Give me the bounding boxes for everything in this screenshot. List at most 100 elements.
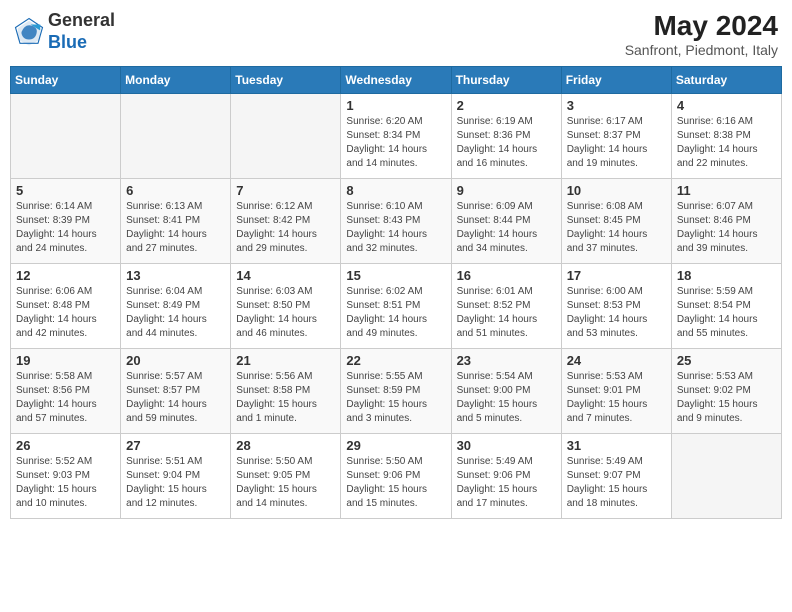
- page-header: General Blue May 2024 Sanfront, Piedmont…: [10, 10, 782, 58]
- day-info: Sunrise: 5:56 AMSunset: 8:58 PMDaylight:…: [236, 370, 335, 426]
- calendar-cell: 3Sunrise: 6:17 AMSunset: 8:37 PMDaylight…: [561, 94, 671, 179]
- day-info: Sunrise: 5:54 AMSunset: 9:00 PMDaylight:…: [457, 370, 556, 426]
- day-info: Sunrise: 5:50 AMSunset: 9:06 PMDaylight:…: [346, 455, 445, 511]
- day-number: 23: [457, 353, 556, 368]
- calendar-cell: 24 Sunrise: 5:53 AMSunset: 9:01 PMDayligh…: [561, 349, 671, 434]
- calendar-cell: 2Sunrise: 6:19 AMSunset: 8:36 PMDaylight…: [451, 94, 561, 179]
- calendar-cell: 21 Sunrise: 5:56 AMSunset: 8:58 PMDayligh…: [231, 349, 341, 434]
- calendar-table: SundayMondayTuesdayWednesdayThursdayFrid…: [10, 66, 782, 519]
- calendar-cell: 14 Sunrise: 6:03 AMSunset: 8:50 PMDayligh…: [231, 264, 341, 349]
- day-info: Sunrise: 5:50 AMSunset: 9:05 PMDaylight:…: [236, 455, 335, 511]
- day-number: 27: [126, 438, 225, 453]
- day-info: Sunrise: 6:06 AMSunset: 8:48 PMDaylight:…: [16, 285, 115, 341]
- logo-general: General: [48, 10, 115, 30]
- calendar-cell: 18Sunrise: 5:59 AMSunset: 8:54 PMDayligh…: [671, 264, 781, 349]
- calendar-cell: 31Sunrise: 5:49 AMSunset: 9:07 PMDayligh…: [561, 434, 671, 519]
- day-number: 29: [346, 438, 445, 453]
- calendar-cell: [671, 434, 781, 519]
- day-info: Sunrise: 5:49 AMSunset: 9:07 PMDaylight:…: [567, 455, 666, 511]
- col-header-wednesday: Wednesday: [341, 67, 451, 94]
- week-row-3: 12 Sunrise: 6:06 AMSunset: 8:48 PMDayligh…: [11, 264, 782, 349]
- calendar-cell: 11 Sunrise: 6:07 AMSunset: 8:46 PMDayligh…: [671, 179, 781, 264]
- day-info: Sunrise: 5:52 AMSunset: 9:03 PMDaylight:…: [16, 455, 115, 511]
- day-number: 10: [567, 183, 666, 198]
- day-info: Sunrise: 6:00 AMSunset: 8:53 PMDaylight:…: [567, 285, 666, 341]
- col-header-tuesday: Tuesday: [231, 67, 341, 94]
- day-info: Sunrise: 6:16 AMSunset: 8:38 PMDaylight:…: [677, 115, 776, 171]
- week-row-2: 5 Sunrise: 6:14 AMSunset: 8:39 PMDaylight…: [11, 179, 782, 264]
- day-info: Sunrise: 6:08 AMSunset: 8:45 PMDaylight:…: [567, 200, 666, 256]
- calendar-cell: 6 Sunrise: 6:13 AMSunset: 8:41 PMDaylight…: [121, 179, 231, 264]
- calendar-cell: 5 Sunrise: 6:14 AMSunset: 8:39 PMDaylight…: [11, 179, 121, 264]
- day-number: 24: [567, 353, 666, 368]
- calendar-cell: 17Sunrise: 6:00 AMSunset: 8:53 PMDayligh…: [561, 264, 671, 349]
- calendar-cell: 10 Sunrise: 6:08 AMSunset: 8:45 PMDayligh…: [561, 179, 671, 264]
- calendar-cell: 4 Sunrise: 6:16 AMSunset: 8:38 PMDaylight…: [671, 94, 781, 179]
- location-subtitle: Sanfront, Piedmont, Italy: [625, 42, 778, 58]
- day-number: 5: [16, 183, 115, 198]
- day-number: 16: [457, 268, 556, 283]
- calendar-cell: 9 Sunrise: 6:09 AMSunset: 8:44 PMDaylight…: [451, 179, 561, 264]
- day-number: 30: [457, 438, 556, 453]
- calendar-cell: 25 Sunrise: 5:53 AMSunset: 9:02 PMDayligh…: [671, 349, 781, 434]
- week-row-1: 1Sunrise: 6:20 AMSunset: 8:34 PMDaylight…: [11, 94, 782, 179]
- calendar-cell: 8 Sunrise: 6:10 AMSunset: 8:43 PMDaylight…: [341, 179, 451, 264]
- day-info: Sunrise: 6:02 AMSunset: 8:51 PMDaylight:…: [346, 285, 445, 341]
- day-info: Sunrise: 6:17 AMSunset: 8:37 PMDaylight:…: [567, 115, 666, 171]
- day-number: 12: [16, 268, 115, 283]
- day-info: Sunrise: 6:07 AMSunset: 8:46 PMDaylight:…: [677, 200, 776, 256]
- calendar-cell: 15 Sunrise: 6:02 AMSunset: 8:51 PMDayligh…: [341, 264, 451, 349]
- day-info: Sunrise: 6:10 AMSunset: 8:43 PMDaylight:…: [346, 200, 445, 256]
- day-info: Sunrise: 5:53 AMSunset: 9:02 PMDaylight:…: [677, 370, 776, 426]
- day-info: Sunrise: 6:01 AMSunset: 8:52 PMDaylight:…: [457, 285, 556, 341]
- day-number: 26: [16, 438, 115, 453]
- day-number: 7: [236, 183, 335, 198]
- day-number: 21: [236, 353, 335, 368]
- day-number: 6: [126, 183, 225, 198]
- logo-text: General Blue: [48, 10, 115, 53]
- day-info: Sunrise: 5:51 AMSunset: 9:04 PMDaylight:…: [126, 455, 225, 511]
- calendar-cell: 13 Sunrise: 6:04 AMSunset: 8:49 PMDayligh…: [121, 264, 231, 349]
- day-info: Sunrise: 6:13 AMSunset: 8:41 PMDaylight:…: [126, 200, 225, 256]
- day-number: 11: [677, 183, 776, 198]
- day-number: 14: [236, 268, 335, 283]
- day-number: 28: [236, 438, 335, 453]
- month-year-title: May 2024: [625, 10, 778, 42]
- calendar-cell: 27 Sunrise: 5:51 AMSunset: 9:04 PMDayligh…: [121, 434, 231, 519]
- col-header-thursday: Thursday: [451, 67, 561, 94]
- day-info: Sunrise: 6:12 AMSunset: 8:42 PMDaylight:…: [236, 200, 335, 256]
- week-row-5: 26 Sunrise: 5:52 AMSunset: 9:03 PMDayligh…: [11, 434, 782, 519]
- calendar-cell: [11, 94, 121, 179]
- day-number: 4: [677, 98, 776, 113]
- calendar-cell: 26 Sunrise: 5:52 AMSunset: 9:03 PMDayligh…: [11, 434, 121, 519]
- day-info: Sunrise: 6:20 AMSunset: 8:34 PMDaylight:…: [346, 115, 445, 171]
- day-number: 19: [16, 353, 115, 368]
- day-number: 25: [677, 353, 776, 368]
- calendar-cell: 19 Sunrise: 5:58 AMSunset: 8:56 PMDayligh…: [11, 349, 121, 434]
- calendar-cell: [231, 94, 341, 179]
- col-header-friday: Friday: [561, 67, 671, 94]
- logo-blue: Blue: [48, 32, 87, 52]
- col-header-sunday: Sunday: [11, 67, 121, 94]
- day-info: Sunrise: 5:58 AMSunset: 8:56 PMDaylight:…: [16, 370, 115, 426]
- day-headers-row: SundayMondayTuesdayWednesdayThursdayFrid…: [11, 67, 782, 94]
- logo: General Blue: [14, 10, 115, 53]
- day-info: Sunrise: 5:53 AMSunset: 9:01 PMDaylight:…: [567, 370, 666, 426]
- day-number: 15: [346, 268, 445, 283]
- calendar-cell: 12 Sunrise: 6:06 AMSunset: 8:48 PMDayligh…: [11, 264, 121, 349]
- day-number: 13: [126, 268, 225, 283]
- calendar-cell: 20Sunrise: 5:57 AMSunset: 8:57 PMDayligh…: [121, 349, 231, 434]
- day-info: Sunrise: 6:04 AMSunset: 8:49 PMDaylight:…: [126, 285, 225, 341]
- day-number: 8: [346, 183, 445, 198]
- day-number: 9: [457, 183, 556, 198]
- day-info: Sunrise: 5:49 AMSunset: 9:06 PMDaylight:…: [457, 455, 556, 511]
- day-number: 18: [677, 268, 776, 283]
- day-info: Sunrise: 5:55 AMSunset: 8:59 PMDaylight:…: [346, 370, 445, 426]
- logo-icon: [14, 17, 44, 47]
- day-info: Sunrise: 6:03 AMSunset: 8:50 PMDaylight:…: [236, 285, 335, 341]
- day-number: 22: [346, 353, 445, 368]
- calendar-cell: 29 Sunrise: 5:50 AMSunset: 9:06 PMDayligh…: [341, 434, 451, 519]
- day-info: Sunrise: 5:57 AMSunset: 8:57 PMDaylight:…: [126, 370, 225, 426]
- day-info: Sunrise: 6:09 AMSunset: 8:44 PMDaylight:…: [457, 200, 556, 256]
- day-info: Sunrise: 6:14 AMSunset: 8:39 PMDaylight:…: [16, 200, 115, 256]
